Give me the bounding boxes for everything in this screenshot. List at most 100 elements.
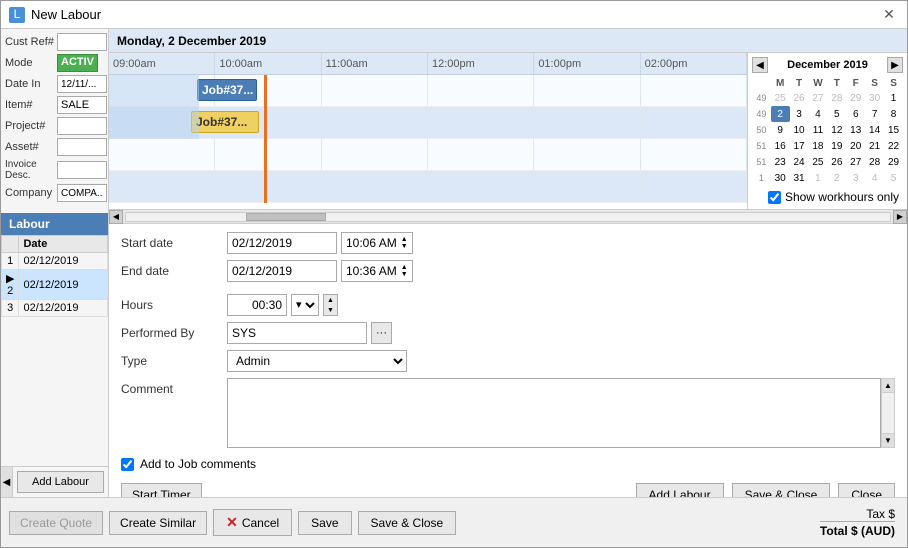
performed-by-section: Performed By ··· [121, 322, 895, 344]
save-close-form-btn[interactable]: Save & Close [732, 483, 831, 497]
left-form: Cust Ref# Mode ACTIV Date In Item# [1, 29, 108, 209]
cal-day[interactable]: 2 [827, 170, 846, 186]
asset-input[interactable] [57, 138, 107, 156]
create-similar-btn[interactable]: Create Similar [109, 511, 207, 535]
table-row[interactable]: 1 02/12/2019 [2, 253, 108, 270]
labour-tab[interactable]: Labour [1, 213, 108, 235]
cal-day[interactable]: 30 [865, 90, 884, 106]
mini-cal-next[interactable]: ▶ [887, 57, 903, 73]
comment-textarea[interactable] [227, 378, 881, 448]
save-close-bot-btn[interactable]: Save & Close [358, 511, 457, 535]
cal-day[interactable]: 28 [827, 90, 846, 106]
cal-day[interactable]: 5 [884, 170, 903, 186]
cal-day[interactable]: 6 [846, 106, 865, 122]
company-input[interactable] [57, 184, 107, 202]
cal-day[interactable]: 24 [790, 154, 809, 170]
scroll-track[interactable] [125, 212, 891, 222]
start-time-up[interactable]: ▲ [401, 236, 408, 243]
performed-by-input[interactable] [227, 322, 367, 344]
scroll-left-btn[interactable]: ◀ [109, 210, 123, 224]
cal-day[interactable]: 31 [790, 170, 809, 186]
cal-day[interactable]: 9 [771, 122, 790, 138]
mini-cal-header: ◀ December 2019 ▶ [752, 57, 903, 73]
table-row[interactable]: 3 02/12/2019 [2, 300, 108, 317]
add-labour-form-btn[interactable]: Add Labour [636, 483, 724, 497]
end-time-value: 10:36 AM [346, 264, 397, 278]
cal-day[interactable]: 29 [884, 154, 903, 170]
cal-day[interactable]: 26 [827, 154, 846, 170]
cal-day[interactable]: 7 [865, 106, 884, 122]
start-time-down[interactable]: ▼ [401, 243, 408, 250]
cal-day[interactable]: 18 [809, 138, 828, 154]
cal-day[interactable]: 30 [771, 170, 790, 186]
save-btn[interactable]: Save [298, 511, 351, 535]
cal-day[interactable]: 14 [865, 122, 884, 138]
hours-input[interactable] [227, 294, 287, 316]
add-labour-btn[interactable]: Add Labour [17, 471, 104, 493]
comment-scroll-up[interactable]: ▲ [882, 379, 894, 393]
cal-day[interactable]: 21 [865, 138, 884, 154]
scroll-right-btn[interactable]: ▶ [893, 210, 907, 224]
add-to-job-checkbox[interactable] [121, 458, 134, 471]
job-bar-yellow[interactable]: Job#37... [191, 111, 259, 133]
cal-day[interactable]: 27 [846, 154, 865, 170]
create-quote-btn[interactable]: Create Quote [9, 511, 103, 535]
performed-by-browse-btn[interactable]: ··· [371, 322, 392, 344]
start-date-input[interactable] [227, 232, 337, 254]
cal-day-today[interactable]: 2 [771, 106, 790, 122]
cal-day[interactable]: 13 [846, 122, 865, 138]
cal-day[interactable]: 11 [809, 122, 828, 138]
window-title: New Labour [31, 7, 879, 22]
start-timer-btn[interactable]: Start Timer [121, 483, 202, 497]
mini-cal-prev[interactable]: ◀ [752, 57, 768, 73]
cal-day[interactable]: 19 [827, 138, 846, 154]
sidebar-collapse-btn[interactable]: ◀ [1, 467, 13, 497]
cal-day[interactable]: 1 [809, 170, 828, 186]
cal-day[interactable]: 10 [790, 122, 809, 138]
end-time-down[interactable]: ▼ [401, 271, 408, 278]
cal-day[interactable]: 23 [771, 154, 790, 170]
cal-day[interactable]: 3 [790, 106, 809, 122]
hours-unit-select[interactable]: ▾ [291, 294, 319, 316]
hours-up[interactable]: ▲ [327, 297, 334, 304]
cal-day[interactable]: 20 [846, 138, 865, 154]
cal-day[interactable]: 17 [790, 138, 809, 154]
cal-day[interactable]: 12 [827, 122, 846, 138]
title-bar: L New Labour ✕ [1, 1, 907, 29]
item-input[interactable] [57, 96, 107, 114]
date-in-input[interactable] [57, 75, 107, 93]
cal-day[interactable]: 1 [884, 90, 903, 106]
cal-day[interactable]: 4 [865, 170, 884, 186]
cancel-btn[interactable]: ✕ Cancel [213, 509, 292, 536]
close-form-btn[interactable]: Close [838, 483, 895, 497]
project-input[interactable] [57, 117, 107, 135]
cal-day[interactable]: 27 [809, 90, 828, 106]
cal-day[interactable]: 4 [809, 106, 828, 122]
show-workhours-checkbox[interactable] [768, 191, 781, 204]
close-button[interactable]: ✕ [879, 5, 899, 25]
scroll-thumb[interactable] [246, 213, 326, 221]
scheduler-timeline: 09:00am 10:00am 11:00am 12:00pm 01:00pm … [109, 53, 747, 209]
cal-day[interactable]: 25 [771, 90, 790, 106]
end-date-input[interactable] [227, 260, 337, 282]
cal-day[interactable]: 8 [884, 106, 903, 122]
type-select[interactable]: Admin Other [227, 350, 407, 372]
invoice-input[interactable] [57, 161, 107, 179]
cal-day[interactable]: 3 [846, 170, 865, 186]
cal-day[interactable]: 5 [827, 106, 846, 122]
cal-day[interactable]: 26 [790, 90, 809, 106]
cust-ref-input[interactable] [57, 33, 107, 51]
cal-day[interactable]: 15 [884, 122, 903, 138]
hours-down[interactable]: ▼ [327, 307, 334, 314]
cancel-x-icon: ✕ [226, 514, 238, 531]
cal-day[interactable]: 29 [846, 90, 865, 106]
cal-day[interactable]: 16 [771, 138, 790, 154]
job-bar-blue[interactable]: Job#37... [197, 79, 257, 101]
cal-day[interactable]: 22 [884, 138, 903, 154]
comment-scroll-down[interactable]: ▼ [882, 433, 894, 447]
end-time-up[interactable]: ▲ [401, 264, 408, 271]
gantt-cell [215, 171, 321, 202]
cal-day[interactable]: 25 [809, 154, 828, 170]
table-row[interactable]: ▶ 2 02/12/2019 [2, 270, 108, 300]
cal-day[interactable]: 28 [865, 154, 884, 170]
